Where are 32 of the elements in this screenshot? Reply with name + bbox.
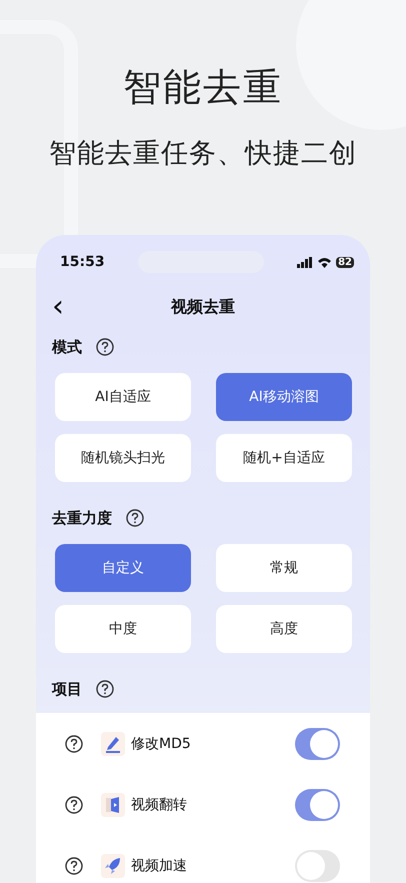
section-label: 去重力度	[52, 508, 112, 528]
section-label: 模式	[52, 338, 82, 356]
status-time: 15:53	[60, 254, 105, 270]
option-button[interactable]: AI移动溶图	[216, 373, 352, 421]
wifi-icon	[317, 256, 332, 268]
option-button[interactable]: 自定义	[55, 544, 191, 592]
option-button[interactable]: 随机镜头扫光	[55, 434, 191, 482]
option-button[interactable]: 中度	[55, 605, 191, 653]
section-label: 项目	[52, 680, 82, 698]
battery-level: 82	[336, 256, 354, 268]
signal-icon	[297, 256, 314, 268]
item-label: 视频翻转	[131, 796, 188, 814]
help-icon[interactable]	[65, 734, 83, 752]
option-button[interactable]: 随机+自适应	[216, 434, 352, 482]
option-button[interactable]: 常规	[216, 544, 352, 592]
option-button[interactable]: 高度	[216, 605, 352, 653]
help-icon[interactable]	[96, 338, 114, 356]
headline: 智能去重	[123, 64, 283, 111]
toggle-switch[interactable]	[295, 728, 340, 760]
help-icon[interactable]	[126, 509, 144, 527]
help-icon[interactable]	[65, 796, 83, 814]
option-button[interactable]: AI自适应	[55, 373, 191, 421]
item-label: 修改MD5	[131, 734, 192, 752]
screen-title: 视频去重	[171, 296, 235, 318]
toggle-switch[interactable]	[295, 850, 340, 882]
back-button[interactable]: ‹	[48, 292, 68, 322]
help-icon[interactable]	[65, 856, 83, 874]
toggle-switch[interactable]	[295, 788, 340, 820]
rocket-icon	[103, 856, 123, 876]
help-icon[interactable]	[96, 680, 114, 698]
item-label: 视频加速	[131, 856, 188, 874]
subtitle: 智能去重任务、快捷二创	[49, 137, 357, 171]
